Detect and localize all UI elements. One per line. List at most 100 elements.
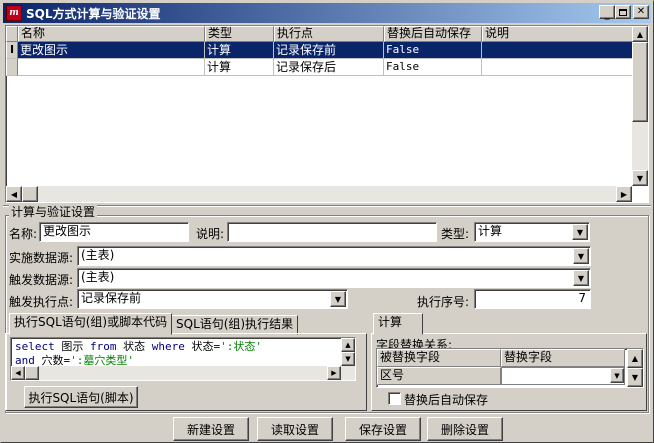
code-horizontal-scrollbar[interactable]: ◀ ▶ [11, 366, 355, 380]
impl-source-dropdown-button[interactable]: ▼ [573, 248, 589, 264]
impl-source-select[interactable]: (主表) ▼ [77, 246, 591, 266]
scroll-up-button[interactable]: ▲ [632, 26, 648, 42]
replace-grid-scrollbar[interactable]: ▲ ▼ [627, 349, 643, 387]
grid-header-indicator [6, 26, 18, 42]
chevron-down-icon: ▼ [576, 227, 584, 237]
impl-source-value: (主表) [81, 248, 115, 262]
save-setting-button[interactable]: 保存设置 [345, 417, 421, 441]
main-window: m SQL方式计算与验证设置 _ ✕ 名称 类型 执行点 替换后自动保存 说明 … [0, 0, 654, 443]
code-vertical-scrollbar[interactable]: ▲ ▼ [341, 338, 355, 366]
cell-replaced-field[interactable]: 区号 [377, 367, 501, 385]
splitter[interactable] [3, 205, 651, 207]
grid-vertical-scrollbar[interactable]: ▲ ▼ [632, 26, 648, 186]
desc-input[interactable] [227, 222, 437, 242]
window-title: SQL方式计算与验证设置 [26, 6, 161, 21]
scroll-thumb[interactable] [25, 366, 39, 380]
exec-sql-button[interactable]: 执行SQL语句(脚本) [24, 386, 138, 408]
cell-type[interactable]: 计算 [205, 59, 274, 76]
field-replace-grid[interactable]: 被替换字段 替换字段 区号 ▼ ▲ ▼ [376, 348, 644, 388]
column-header-name[interactable]: 名称 [18, 26, 205, 42]
new-setting-button[interactable]: 新建设置 [173, 417, 249, 441]
trigger-source-dropdown-button[interactable]: ▼ [573, 270, 589, 286]
scroll-left-button[interactable]: ◀ [6, 186, 22, 202]
scroll-down-button[interactable]: ▼ [627, 368, 643, 387]
scroll-thumb[interactable] [22, 186, 38, 202]
column-header-desc[interactable]: 说明 [482, 26, 633, 42]
arrow-left-icon: ◀ [10, 189, 18, 199]
arrow-down-icon: ▼ [631, 373, 639, 382]
scroll-up-button[interactable]: ▲ [627, 349, 643, 368]
cell-name[interactable]: 更改图示 [18, 42, 205, 59]
column-header-exec-point[interactable]: 执行点 [274, 26, 384, 42]
scroll-right-button[interactable]: ▶ [616, 186, 632, 202]
arrow-up-icon: ▲ [631, 354, 639, 363]
arrow-right-icon: ▶ [331, 369, 337, 377]
cell-auto-save[interactable]: False [384, 59, 482, 76]
maximize-button[interactable] [615, 5, 631, 19]
cell-replace-field-select[interactable]: ▼ [501, 367, 625, 385]
read-setting-button[interactable]: 读取设置 [257, 417, 333, 441]
arrow-right-icon: ▶ [620, 189, 628, 199]
code-token: select [15, 340, 55, 353]
scroll-left-button[interactable]: ◀ [11, 366, 25, 380]
cell-exec-point[interactable]: 记录保存后 [274, 59, 384, 76]
trigger-source-label: 触发数据源: [9, 273, 74, 287]
sql-code-editor[interactable]: select 图示 from 状态 where 状态=':状态' and 穴数=… [10, 337, 356, 381]
tab-calc[interactable]: 计算 [373, 313, 423, 335]
type-select[interactable]: 计算 ▼ [474, 222, 590, 242]
arrow-up-icon: ▲ [636, 29, 644, 39]
type-dropdown-button[interactable]: ▼ [572, 224, 588, 240]
exec-order-input[interactable]: 7 [474, 289, 591, 309]
arrow-left-icon: ◀ [15, 369, 21, 377]
column-header-auto-save[interactable]: 替换后自动保存 [384, 26, 482, 42]
cell-type[interactable]: 计算 [205, 42, 274, 59]
column-header-replaced-field[interactable]: 被替换字段 [377, 349, 501, 367]
sql-tab-panel: select 图示 from 状态 where 状态=':状态' and 穴数=… [5, 333, 367, 411]
impl-source-label: 实施数据源: [9, 251, 74, 265]
scroll-up-button[interactable]: ▲ [341, 338, 355, 352]
cell-desc[interactable] [482, 42, 633, 59]
settings-grid[interactable]: 名称 类型 执行点 替换后自动保存 说明 I 更改图示 计算 记录保存前 Fal… [5, 25, 649, 203]
grid-horizontal-scrollbar[interactable]: ◀ ▶ [6, 186, 632, 202]
desc-label: 说明: [196, 227, 225, 241]
chevron-down-icon: ▼ [577, 273, 585, 283]
trigger-source-select[interactable]: (主表) ▼ [77, 268, 591, 288]
trigger-point-select[interactable]: 记录保存前 ▼ [77, 289, 348, 309]
trigger-point-value: 记录保存前 [81, 291, 142, 305]
exec-order-label: 执行序号: [417, 295, 470, 309]
cell-desc[interactable] [482, 59, 633, 76]
scroll-down-button[interactable]: ▼ [632, 170, 648, 186]
scroll-down-button[interactable]: ▼ [341, 352, 355, 366]
table-row[interactable]: I 更改图示 计算 记录保存前 False [6, 42, 633, 59]
name-input[interactable]: 更改图示 [39, 222, 189, 242]
scroll-thumb[interactable] [632, 42, 648, 122]
auto-save-checkbox[interactable] [388, 392, 401, 405]
trigger-source-value: (主表) [81, 270, 115, 284]
calc-tab-panel: 字段替换关系: 被替换字段 替换字段 区号 ▼ ▲ ▼ 替换后自动保存 [371, 333, 647, 411]
row-indicator [6, 59, 18, 76]
cell-auto-save[interactable]: False [384, 42, 482, 59]
code-token: where [151, 340, 185, 353]
tab-sql-code[interactable]: 执行SQL语句(组)或脚本代码 [9, 313, 173, 335]
cell-exec-point[interactable]: 记录保存前 [274, 42, 384, 59]
code-token: 状态= [184, 340, 221, 353]
code-token: from [90, 340, 117, 353]
trigger-point-label: 触发执行点: [9, 295, 74, 309]
cell-name[interactable] [18, 59, 205, 76]
table-row[interactable]: 计算 记录保存后 False [6, 59, 633, 76]
replace-field-dropdown-button[interactable]: ▼ [610, 368, 624, 383]
close-button[interactable]: ✕ [633, 5, 649, 19]
close-icon: ✕ [636, 6, 646, 17]
trigger-point-dropdown-button[interactable]: ▼ [330, 291, 346, 307]
minimize-button[interactable]: _ [599, 5, 615, 19]
scroll-right-button[interactable]: ▶ [327, 366, 341, 380]
title-bar[interactable]: m SQL方式计算与验证设置 _ ✕ [3, 3, 651, 23]
row-indicator: I [6, 42, 18, 59]
delete-setting-button[interactable]: 删除设置 [427, 417, 503, 441]
arrow-up-icon: ▲ [345, 341, 351, 349]
tab-sql-result[interactable]: SQL语句(组)执行结果 [171, 315, 299, 335]
auto-save-label: 替换后自动保存 [404, 393, 489, 407]
chevron-down-icon: ▼ [614, 371, 620, 380]
column-header-type[interactable]: 类型 [205, 26, 274, 42]
column-header-replace-field[interactable]: 替换字段 [501, 349, 625, 367]
